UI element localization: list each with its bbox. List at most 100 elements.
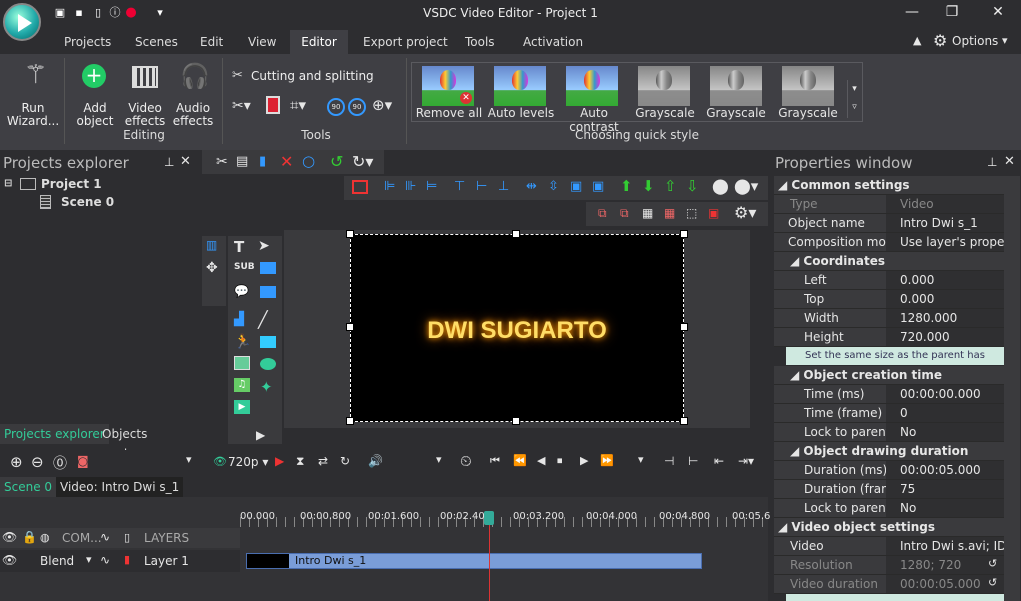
tab-objects-explorer[interactable]: Objects explorer — [98, 424, 198, 461]
zoom-fit-icon[interactable]: ⓪ — [53, 453, 67, 473]
layer-row[interactable]: 👁 Blend ▾ ∿ ▮ Layer 1 — [0, 550, 240, 572]
grid-icon[interactable]: ▦ — [642, 206, 653, 220]
more-3-icon[interactable]: ▾ — [638, 453, 644, 466]
volume-icon[interactable]: 🔊 — [368, 454, 383, 468]
waveform-icon[interactable]: ∿ — [100, 530, 110, 544]
cutting-settings-button[interactable] — [786, 594, 1004, 601]
rectangle-icon[interactable] — [260, 336, 276, 348]
resize-handle[interactable] — [680, 323, 688, 331]
more-icon[interactable]: ▾ — [186, 453, 192, 466]
video-effects-button[interactable]: Video effects — [122, 58, 168, 130]
stop-icon[interactable]: ⏹ — [557, 454, 563, 468]
line-icon[interactable]: ╱ — [258, 310, 268, 329]
sprite-icon[interactable] — [260, 262, 276, 274]
resize-handle[interactable] — [346, 230, 354, 238]
close-icon[interactable]: ✕ — [1004, 154, 1015, 169]
crop-icon[interactable]: ⌗▾ — [290, 96, 306, 114]
align-left-icon[interactable]: ⊫ — [384, 179, 395, 194]
same-size-2-icon[interactable]: ▣ — [592, 179, 604, 194]
prop-top-input[interactable]: 0.000 — [886, 290, 1004, 308]
snapshot-icon[interactable]: ◙ — [77, 454, 89, 468]
split-icon[interactable]: ⧗ — [296, 454, 304, 469]
crop-trim-icon[interactable] — [266, 96, 280, 114]
blend-dropdown-icon[interactable]: ▾ — [86, 553, 92, 566]
send-back-icon[interactable]: ⬇ — [642, 177, 655, 195]
blend-icon[interactable]: ◍ — [40, 531, 50, 544]
align-canvas-icon[interactable] — [352, 180, 368, 194]
reset-resolution-icon[interactable]: ↺ — [988, 557, 997, 570]
prop-object-name-input[interactable]: Intro Dwi s_1 — [886, 214, 1004, 232]
tree-scene-0[interactable]: Scene 0 — [61, 195, 114, 209]
menu-tools[interactable]: Tools — [455, 30, 505, 54]
prop-left-input[interactable]: 0.000 — [886, 271, 1004, 289]
safe-area-icon[interactable]: ▣ — [708, 206, 719, 220]
reset-duration-icon[interactable]: ↺ — [988, 576, 997, 589]
step-back-icon[interactable]: ◀ — [537, 454, 545, 467]
trim-2-icon[interactable]: ⇥▾ — [738, 454, 754, 468]
gear-icon[interactable]: ⚙ — [933, 31, 947, 50]
section-video-settings[interactable]: ◢ Video object settings — [774, 518, 1004, 536]
grid-2-icon[interactable]: ▦ — [664, 206, 675, 220]
tab-video-breadcrumb[interactable]: Video: Intro Dwi s_1 — [56, 477, 184, 497]
align-middle-icon[interactable]: ⊢ — [476, 179, 487, 194]
more-2-icon[interactable]: ▾ — [436, 453, 442, 466]
prop-time-ms-input[interactable]: 00:00:00.000 — [886, 385, 1004, 403]
text-icon[interactable]: T — [234, 238, 244, 256]
prop-video-input[interactable]: Intro Dwi s.avi; ID — [886, 537, 1004, 555]
prop-composition-select[interactable]: Use layer's properties — [886, 233, 1004, 251]
align-right-icon[interactable]: ⊨ — [426, 179, 437, 194]
copy-icon[interactable]: ▤ — [236, 154, 248, 169]
run-wizard-button[interactable]: ⚚ Run Wizard... — [4, 58, 62, 130]
resize-handle[interactable] — [346, 417, 354, 425]
resize-handle[interactable] — [512, 230, 520, 238]
add-object-button[interactable]: + Add object — [70, 58, 120, 130]
layer-name[interactable]: Layer 1 — [144, 554, 189, 568]
menu-editor[interactable]: Editor — [290, 30, 348, 54]
prop-duration-ms-input[interactable]: 00:00:05.000 — [886, 461, 1004, 479]
paste-icon[interactable]: ▮ — [259, 154, 266, 169]
trim-icon[interactable]: ⇤ — [714, 454, 724, 468]
minimize-button[interactable]: — — [897, 4, 927, 24]
ellipse-icon[interactable] — [260, 358, 276, 370]
visibility-eye-icon[interactable]: 👁 — [2, 530, 17, 544]
subtitle-icon[interactable]: SUB — [234, 262, 255, 272]
repeat-icon[interactable]: ↻ — [340, 454, 350, 468]
prop-duration-frames-input[interactable]: 75 — [886, 480, 1004, 498]
snap-icon[interactable]: ⧉ — [598, 206, 607, 221]
redo-icon[interactable]: ↻▾ — [352, 152, 373, 171]
snap-2-icon[interactable]: ⧉ — [620, 206, 629, 221]
align-center-icon[interactable]: ⊪ — [405, 179, 416, 194]
properties-scrollbar[interactable] — [1004, 176, 1020, 601]
zoom-out-icon[interactable]: ⊖ — [31, 453, 44, 471]
prop-lock-parent-select[interactable]: No — [886, 423, 1004, 441]
quick-style-auto-levels[interactable]: Auto levels — [486, 64, 556, 122]
go-start-icon[interactable]: ⏮ — [490, 454, 500, 468]
rotate-90-right-icon[interactable]: 90 — [348, 98, 366, 116]
rotate-90-left-icon[interactable]: 90 — [327, 98, 345, 116]
stabilize-icon[interactable]: ⊕▾ — [372, 96, 392, 114]
menu-edit[interactable]: Edit — [190, 30, 233, 54]
audio-icon[interactable]: ♫ — [234, 378, 250, 392]
preview-eye-icon[interactable]: 👁 — [213, 455, 227, 468]
align-bottom-icon[interactable]: ⊥ — [498, 179, 509, 194]
menu-activation[interactable]: Activation — [513, 30, 593, 54]
resolution-select[interactable]: 720p ▾ — [228, 455, 268, 469]
section-drawing-duration[interactable]: ◢ Object drawing duration — [774, 442, 1004, 460]
quick-style-grayscale-2[interactable]: Grayscale — [702, 64, 770, 122]
free-shape-icon[interactable]: ✦ — [260, 378, 273, 396]
collapse-ribbon-icon[interactable]: ▲ — [913, 34, 921, 47]
clock-icon[interactable]: ⏲ — [460, 452, 472, 470]
resize-handle[interactable] — [680, 230, 688, 238]
bounds-icon[interactable]: ⬚ — [686, 206, 697, 220]
audio-effects-button[interactable]: 🎧 Audio effects — [170, 58, 216, 130]
play-icon[interactable]: ▶ — [275, 454, 284, 468]
move-icon[interactable]: ✥ — [206, 260, 218, 276]
same-size-icon[interactable]: ▣ — [570, 179, 582, 194]
section-common-settings[interactable]: ◢ Common settings — [774, 176, 1004, 194]
same-size-button[interactable]: Set the same size as the parent has — [786, 347, 1004, 365]
menu-scenes[interactable]: Scenes — [125, 30, 188, 54]
gallery-scroll-icon[interactable]: ▾ ▿ — [847, 80, 861, 118]
playhead-handle[interactable] — [484, 511, 494, 525]
bring-front-icon[interactable]: ⬆ — [620, 177, 633, 195]
delete-icon[interactable]: ✕ — [280, 152, 293, 171]
